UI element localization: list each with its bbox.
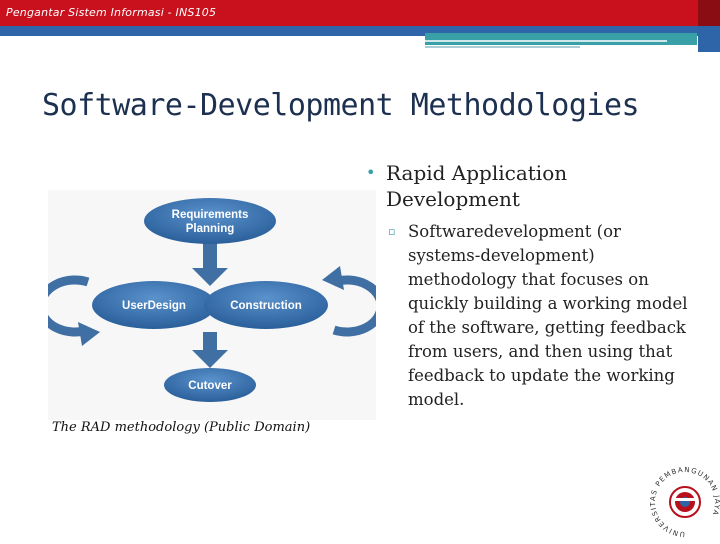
- header-band-strip: [0, 33, 425, 36]
- header-banner: Pengantar Sistem Informasi - INS105: [0, 0, 720, 26]
- header-accent-line: [425, 46, 580, 48]
- bullet-square-icon: ▫: [388, 225, 396, 238]
- node-label-cutover: Cutover: [188, 380, 232, 392]
- bullet-sub: ▫ Softwaredevelopment (or systems-develo…: [388, 220, 688, 412]
- slide-title: Software-Development Methodologies: [42, 88, 640, 123]
- node-label-construction: Construction: [230, 300, 302, 312]
- header-band-teal: [425, 33, 697, 45]
- bullet-main: • Rapid Application Development: [366, 160, 636, 212]
- rad-diagram-graphic: Requirements Planning UserDesign Constru…: [48, 190, 376, 420]
- university-logo: UNIVERSITAS PEMBANGUNAN JAYA: [649, 462, 720, 540]
- bullet-main-text: Rapid Application Development: [386, 161, 568, 211]
- node-label-user-design: UserDesign: [122, 300, 186, 312]
- diagram-caption: The RAD methodology (Public Domain): [52, 420, 311, 435]
- node-requirements-planning: [144, 198, 276, 244]
- bullet-dot-icon: •: [366, 163, 376, 182]
- node-label-planning: Planning: [186, 223, 235, 235]
- bullet-sub-text: Softwaredevelopment (or systems-developm…: [408, 222, 688, 409]
- course-label: Pengantar Sistem Informasi - INS105: [6, 6, 217, 19]
- university-seal-icon: UNIVERSITAS PEMBANGUNAN JAYA: [649, 466, 720, 538]
- rad-diagram: Requirements Planning UserDesign Constru…: [48, 190, 376, 440]
- header-edge-red: [698, 0, 720, 26]
- header-edge-blue: [698, 26, 720, 52]
- header-accent-line: [425, 40, 667, 42]
- node-label-requirements: Requirements: [172, 209, 249, 221]
- seal-band: [672, 498, 698, 501]
